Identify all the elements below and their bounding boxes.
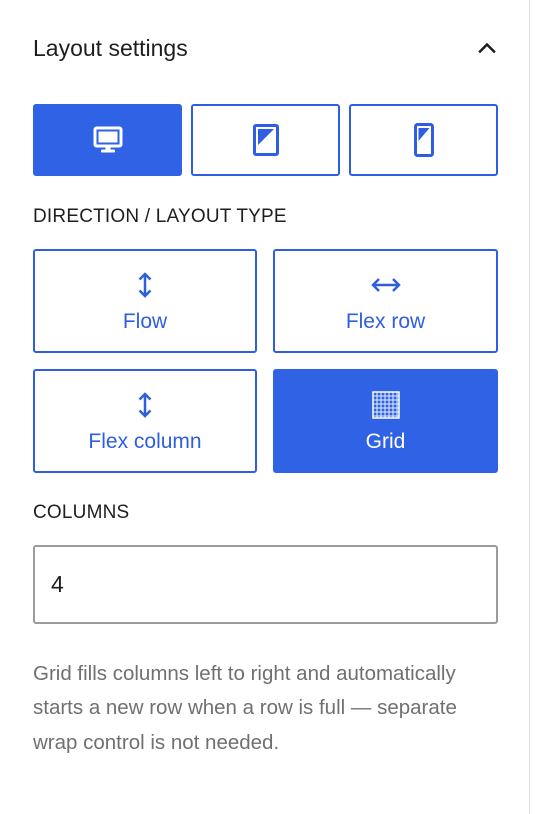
grid-icon [371, 390, 400, 419]
panel-title: Layout settings [33, 34, 188, 61]
direction-section-label: DIRECTION / LAYOUT TYPE [33, 206, 287, 227]
mobile-device-button[interactable] [349, 104, 498, 176]
desktop-device-button[interactable] [33, 104, 182, 176]
layout-option-grid[interactable]: Grid [273, 369, 498, 473]
columns-value: 4 [51, 571, 64, 597]
layout-option-flex-row[interactable]: Flex row [273, 249, 498, 353]
layout-option-flex-column[interactable]: Flex column [33, 369, 257, 473]
chevron-up-icon [478, 42, 496, 54]
tablet-icon [252, 124, 279, 156]
layout-option-label: Flex row [345, 309, 426, 333]
tablet-device-button[interactable] [191, 104, 340, 176]
layout-option-label: Grid [365, 429, 406, 453]
vertical-arrows-icon [136, 271, 154, 299]
grid-help-text: Grid fills columns left to right and aut… [33, 662, 457, 754]
columns-input[interactable]: 4 [33, 545, 498, 624]
vertical-arrows-icon [136, 391, 154, 419]
layout-type-options: Flow Flex row Flex column Grid [33, 249, 498, 473]
horizontal-arrows-icon [370, 271, 402, 299]
columns-section-label: COLUMNS [33, 502, 130, 523]
layout-settings-panel: Layout settings DIRECTION / LAYOUT TYPE … [0, 0, 530, 814]
mobile-icon [413, 123, 434, 157]
layout-option-flow[interactable]: Flow [33, 249, 257, 353]
collapse-button[interactable] [469, 30, 505, 66]
layout-option-label: Flex column [88, 429, 202, 453]
panel-header: Layout settings [33, 28, 497, 68]
layout-option-label: Flow [122, 309, 168, 333]
device-switcher [33, 104, 498, 176]
desktop-icon [93, 126, 122, 153]
